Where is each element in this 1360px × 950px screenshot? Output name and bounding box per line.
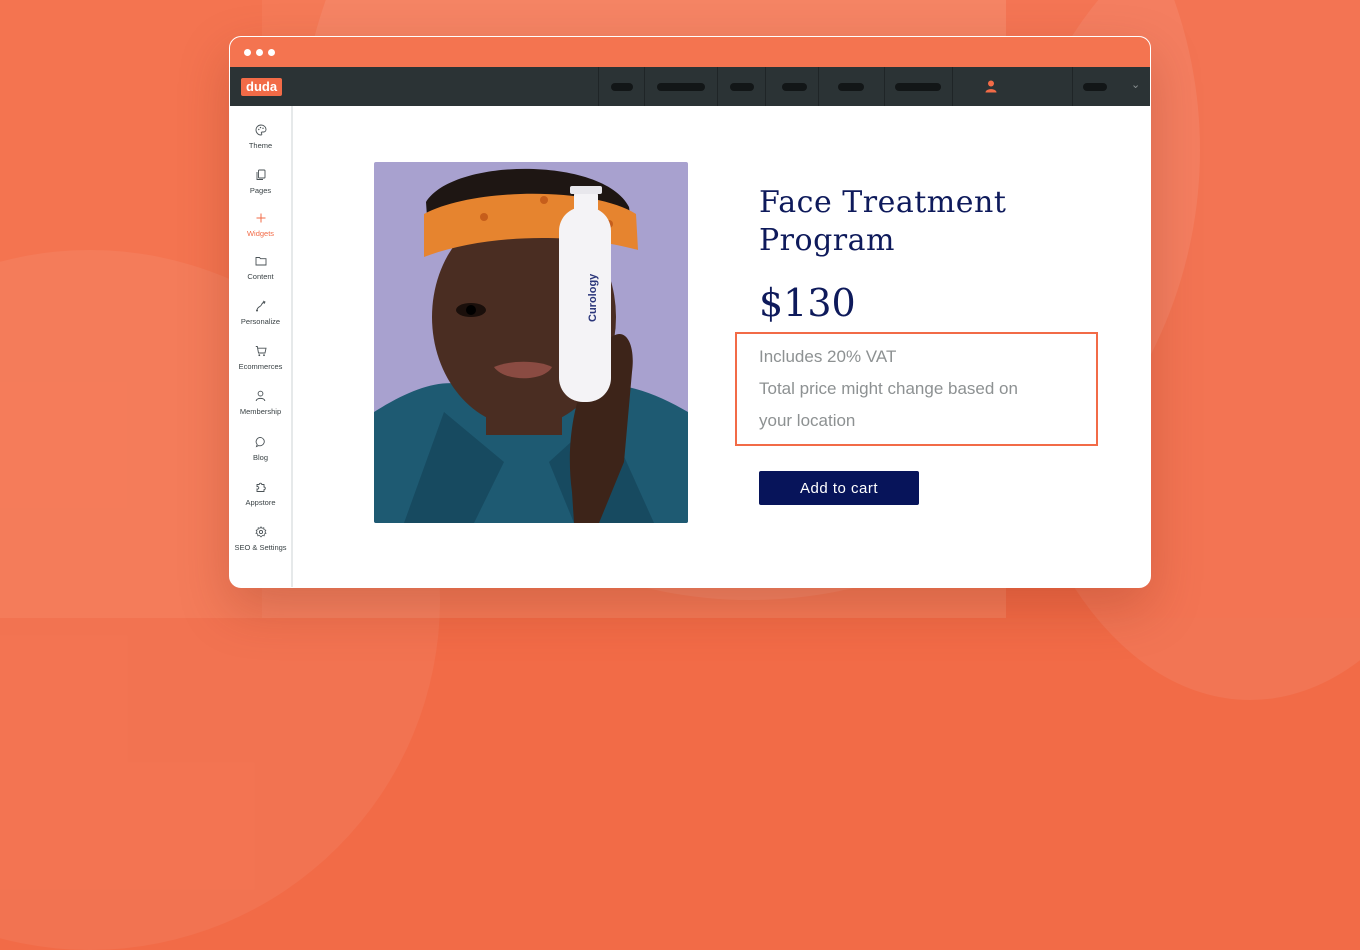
sidebar-item-label: Blog bbox=[252, 453, 268, 462]
sidebar-item-label: Content bbox=[247, 272, 274, 281]
personalize-icon bbox=[255, 300, 266, 312]
vat-info-text: Includes 20% VAT bbox=[759, 347, 897, 366]
sidebar-item-appstore[interactable]: Appstore bbox=[230, 481, 291, 507]
sidebar-item-label: Theme bbox=[248, 141, 273, 150]
cart-icon bbox=[255, 346, 267, 357]
sidebar-item-label: SEO & Settings bbox=[234, 543, 287, 552]
nav-item-placeholder bbox=[730, 83, 754, 91]
nav-item-placeholder bbox=[657, 83, 705, 91]
product-title: Face Treatment Program bbox=[759, 184, 1059, 260]
editor-top-nav: duda ⌄ bbox=[230, 67, 1150, 106]
product-price: $130 bbox=[759, 281, 856, 325]
user-icon bbox=[255, 390, 265, 402]
nav-dropdown[interactable]: ⌄ bbox=[1072, 67, 1150, 106]
sidebar-item-label: Pages bbox=[249, 186, 272, 195]
window-dot[interactable] bbox=[268, 49, 275, 56]
sidebar-item-label: Membership bbox=[239, 407, 282, 416]
window-dot[interactable] bbox=[244, 49, 251, 56]
nav-item[interactable] bbox=[884, 67, 953, 106]
nav-item-placeholder bbox=[895, 83, 941, 91]
product-title-line: Face Treatment bbox=[759, 185, 1007, 220]
window-dot[interactable] bbox=[256, 49, 263, 56]
palette-icon bbox=[255, 124, 266, 136]
nav-item-placeholder bbox=[611, 83, 633, 91]
sidebar-item-theme[interactable]: Theme bbox=[230, 124, 291, 150]
price-note-text: Total price might change based on bbox=[759, 379, 1018, 398]
product-image[interactable]: Curology bbox=[374, 162, 688, 523]
nav-item[interactable] bbox=[717, 67, 766, 106]
chevron-down-icon: ⌄ bbox=[1131, 79, 1141, 91]
nav-item[interactable] bbox=[765, 67, 819, 106]
sidebar-item-seo-settings[interactable]: SEO & Settings bbox=[230, 526, 291, 552]
sidebar-item-label: Appstore bbox=[245, 498, 276, 507]
page-canvas: Curology Face Treatment Program $130 Inc… bbox=[293, 106, 1150, 587]
sidebar-item-label: Ecommerces bbox=[238, 362, 283, 371]
plus-icon bbox=[256, 213, 265, 223]
price-note-text: your location bbox=[759, 411, 856, 430]
nav-item[interactable] bbox=[644, 67, 718, 106]
sidebar-item-label: Widgets bbox=[246, 229, 275, 238]
editor-sidebar: Theme Pages Widgets Content Personalize … bbox=[230, 106, 293, 587]
sidebar-item-pages[interactable]: Pages bbox=[230, 169, 291, 195]
duda-logo: duda bbox=[241, 78, 283, 96]
sidebar-item-membership[interactable]: Membership bbox=[230, 390, 291, 416]
product-title-line: Program bbox=[759, 223, 895, 258]
nav-item-placeholder bbox=[838, 83, 864, 91]
sidebar-item-blog[interactable]: Blog bbox=[230, 436, 291, 462]
browser-window: duda ⌄ Theme Pages Widgets Content Perso… bbox=[229, 36, 1151, 588]
folder-icon bbox=[255, 257, 266, 266]
sidebar-item-widgets[interactable]: Widgets bbox=[230, 212, 291, 238]
chat-icon bbox=[255, 437, 265, 448]
gear-icon bbox=[254, 526, 267, 538]
sidebar-item-label: Personalize bbox=[240, 317, 281, 326]
puzzle-icon bbox=[256, 482, 266, 492]
sidebar-item-ecommerces[interactable]: Ecommerces bbox=[230, 345, 291, 371]
nav-item[interactable] bbox=[818, 67, 885, 106]
pages-icon bbox=[256, 169, 265, 180]
nav-item-placeholder bbox=[1083, 83, 1107, 91]
sidebar-item-personalize[interactable]: Personalize bbox=[230, 300, 291, 326]
product-photo-illustration: Curology bbox=[374, 162, 688, 523]
nav-item[interactable] bbox=[598, 67, 645, 106]
sidebar-item-content[interactable]: Content bbox=[230, 255, 291, 281]
nav-item-placeholder bbox=[782, 83, 807, 91]
bottle-brand-text: Curology bbox=[587, 273, 599, 322]
add-to-cart-button[interactable]: Add to cart bbox=[759, 471, 919, 505]
user-icon bbox=[985, 80, 997, 93]
nav-account-button[interactable] bbox=[952, 67, 1073, 106]
window-titlebar bbox=[230, 37, 1150, 67]
